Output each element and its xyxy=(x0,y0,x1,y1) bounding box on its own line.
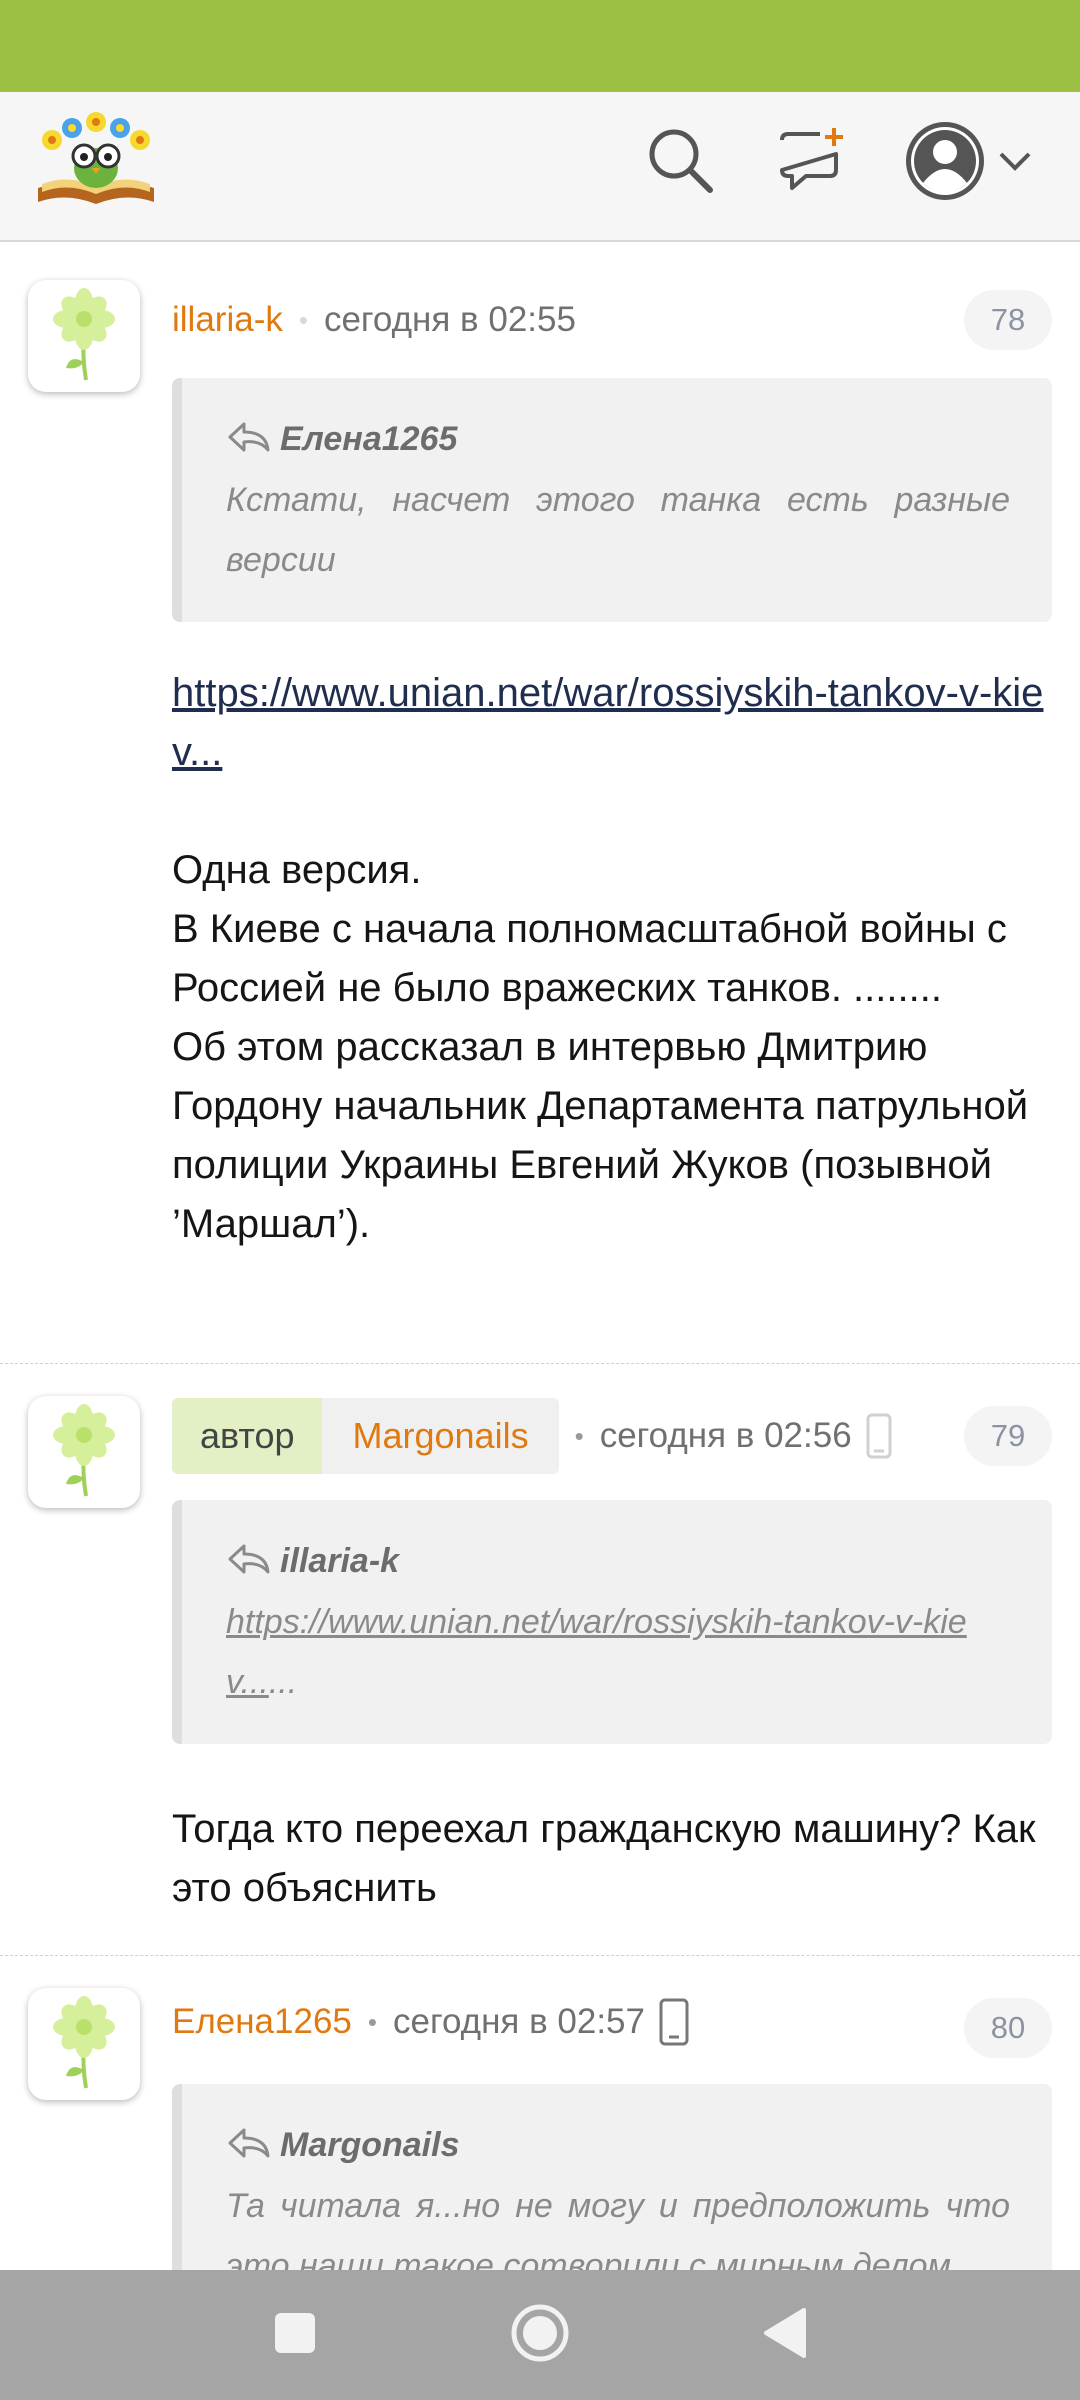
comment-time: сегодня в 02:55 xyxy=(323,300,576,339)
comment-author[interactable]: Margonails xyxy=(322,1398,559,1474)
body-paragraph: В Киеве с начала полномасштабной войны с… xyxy=(172,907,1007,1010)
search-icon xyxy=(644,124,716,201)
body-paragraph: Одна версия. xyxy=(172,848,422,892)
comment-number[interactable]: 80 xyxy=(964,1998,1052,2058)
flower-icon xyxy=(44,1992,124,2097)
quote-text: Кстати, насчет этого танка есть разные в… xyxy=(226,481,1010,579)
quote-author: illaria-k xyxy=(280,1541,400,1580)
flower-icon xyxy=(44,1400,124,1505)
reply-arrow-icon xyxy=(226,420,272,459)
comment-link[interactable]: https://www.unian.net/war/rossiyskih-tan… xyxy=(172,671,1043,774)
app-header xyxy=(0,92,1080,242)
back-icon xyxy=(760,2306,810,2365)
comment-author[interactable]: illaria-k xyxy=(172,300,283,340)
quote-block: Елена1265 Кстати, насчет этого танка ест… xyxy=(172,378,1052,622)
meta-separator: • xyxy=(574,1420,584,1451)
quote-header: illaria-k xyxy=(226,1536,1010,1586)
reply-arrow-icon xyxy=(226,2126,272,2165)
author-badge: автор Margonails xyxy=(172,1398,559,1474)
quote-block: Margonails Та читала я...но не могу и пр… xyxy=(172,2084,1052,2270)
reply-arrow-icon xyxy=(226,1542,272,1581)
comment-item: автор Margonails • сегодня в 02:56 79 il… xyxy=(0,1366,1080,1956)
comment-number[interactable]: 78 xyxy=(964,290,1052,350)
mobile-device-icon xyxy=(866,1413,892,1459)
quote-author: Margonails xyxy=(280,2125,460,2164)
comment-time: сегодня в 02:57 xyxy=(393,2002,645,2041)
quote-ellipsis: ... xyxy=(268,1663,298,1701)
new-message-button[interactable] xyxy=(772,122,852,202)
quote-text: Та читала я...но не могу и предположить … xyxy=(226,2187,1010,2270)
meta-separator: • xyxy=(367,2006,377,2037)
comment-body: https://www.unian.net/war/rossiyskih-tan… xyxy=(172,664,1052,1254)
home-icon xyxy=(508,2301,572,2370)
comment-author[interactable]: Елена1265 xyxy=(172,2002,352,2042)
quote-header: Margonails xyxy=(226,2120,1010,2170)
quote-header: Елена1265 xyxy=(226,414,1010,464)
comment-item: illaria-k • сегодня в 02:55 78 Елена1265… xyxy=(0,244,1080,1364)
body-paragraph: Об этом рассказал в интервью Дмитрию Гор… xyxy=(172,1025,1029,1246)
comment-number[interactable]: 79 xyxy=(964,1406,1052,1466)
comment-body: Тогда кто переехал гражданскую машину? К… xyxy=(172,1800,1052,1918)
back-button[interactable] xyxy=(750,2300,820,2370)
comment-meta: Елена1265 • сегодня в 02:57 xyxy=(172,1994,689,2050)
avatar[interactable] xyxy=(28,1396,140,1508)
recent-apps-icon xyxy=(273,2311,317,2360)
mobile-device-icon xyxy=(659,1998,689,2046)
chevron-down-icon xyxy=(997,149,1033,178)
quote-block: illaria-k https://www.unian.net/war/ross… xyxy=(172,1500,1052,1744)
quote-text: https://www.unian.net/war/rossiyskih-tan… xyxy=(226,1592,1010,1712)
site-logo[interactable] xyxy=(32,110,160,210)
avatar[interactable] xyxy=(28,280,140,392)
status-bar xyxy=(0,0,1080,92)
meta-separator: • xyxy=(298,304,308,335)
comments-feed[interactable]: illaria-k • сегодня в 02:55 78 Елена1265… xyxy=(0,244,1080,2270)
user-avatar-icon xyxy=(903,119,987,208)
comment-item: Елена1265 • сегодня в 02:57 80 Margonail… xyxy=(0,1958,1080,2270)
author-badge-label: автор xyxy=(172,1398,323,1474)
avatar[interactable] xyxy=(28,1988,140,2100)
comment-meta: illaria-k • сегодня в 02:55 xyxy=(172,292,576,348)
flower-icon xyxy=(44,284,124,389)
recent-apps-button[interactable] xyxy=(260,2300,330,2370)
system-nav-bar xyxy=(0,2270,1080,2400)
quote-link[interactable]: https://www.unian.net/war/rossiyskih-tan… xyxy=(226,1603,967,1701)
comment-time: сегодня в 02:56 xyxy=(599,1416,852,1455)
home-button[interactable] xyxy=(505,2300,575,2370)
search-button[interactable] xyxy=(640,122,720,202)
quote-author: Елена1265 xyxy=(280,419,458,458)
user-menu-button[interactable] xyxy=(898,118,1038,208)
comment-meta: автор Margonails • сегодня в 02:56 xyxy=(172,1398,892,1474)
new-message-icon xyxy=(776,124,848,201)
body-paragraph: Тогда кто переехал гражданскую машину? К… xyxy=(172,1807,1036,1910)
